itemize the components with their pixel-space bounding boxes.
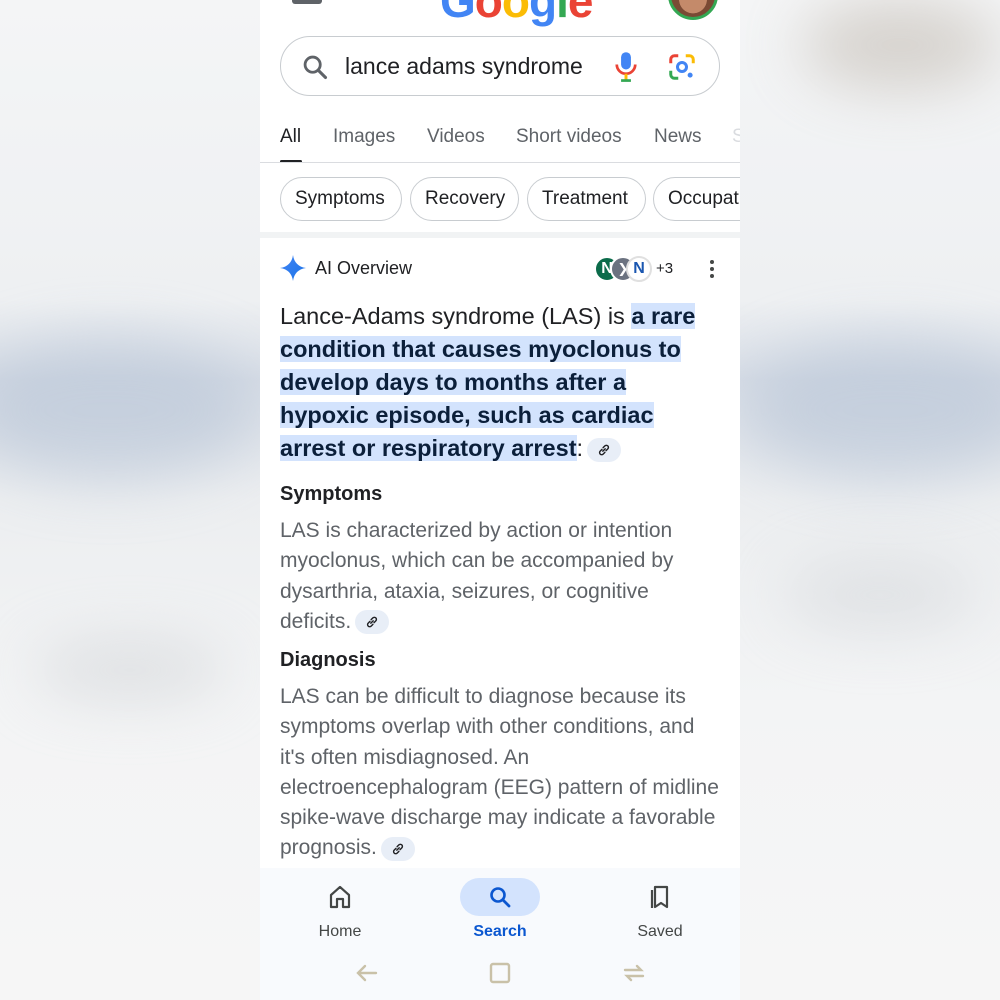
link-icon [392,843,403,855]
summary-plain-text: Lance-Adams syndrome (LAS) is [280,303,632,329]
link-icon [367,616,378,628]
home-square-icon[interactable] [487,960,513,986]
chip-occupational[interactable]: Occupat [653,177,740,221]
section-separator [260,232,740,238]
source-count[interactable]: +3 [656,260,673,277]
citation-link-button[interactable] [380,836,415,861]
chip-treatment[interactable]: Treatment [527,177,646,221]
nav-home[interactable]: Home [280,878,400,941]
nav-label: Search [473,923,527,940]
section-text-symptoms: LAS is characterized by action or intent… [280,516,722,637]
tab-truncated[interactable]: S [732,126,740,148]
search-icon [490,887,511,908]
refinement-chips: Symptoms Recovery Treatment Occupat [280,177,740,223]
bookmarks-icon [650,885,669,909]
summary-end: : [576,435,584,461]
recents-icon[interactable] [621,960,647,986]
home-icon [329,885,351,909]
section-heading-symptoms: Symptoms [280,483,383,505]
search-input[interactable]: lance adams syndrome [345,51,583,81]
system-navigation-bar [260,950,740,1000]
microphone-icon[interactable] [611,51,641,83]
ai-overview-header: AI Overview N ❯ N +3 [280,254,720,284]
citation-link-button[interactable] [587,437,622,462]
section-text-diagnosis: LAS can be difficult to diagnose because… [280,682,722,864]
source-avatars[interactable]: N ❯ N [594,256,654,282]
chip-symptoms[interactable]: Symptoms [280,177,402,221]
account-avatar[interactable] [668,0,718,20]
paragraph-text: LAS can be difficult to diagnose because… [280,685,719,860]
search-tabs: All Images Videos Short videos News S [280,120,740,164]
nav-search[interactable]: Search [440,878,560,941]
menu-icon[interactable] [292,0,322,4]
citation-link-button[interactable] [355,610,390,635]
tab-videos[interactable]: Videos [427,126,485,148]
tab-all[interactable]: All [280,126,301,148]
google-logo[interactable]: Google [440,0,593,28]
gemini-spark-icon [280,255,306,281]
nav-label: Saved [637,923,683,940]
back-icon[interactable] [354,960,380,986]
ai-overview-title: AI Overview [315,258,413,278]
nav-label: Home [318,923,362,940]
google-lens-icon[interactable] [667,52,697,82]
phone-screen: Google lance adams syndrome All Images V… [260,0,740,1000]
tab-images[interactable]: Images [333,126,395,148]
nav-saved[interactable]: Saved [600,878,720,941]
tabs-divider [260,162,740,163]
section-heading-diagnosis: Diagnosis [280,649,376,671]
search-bar[interactable]: lance adams syndrome [280,36,720,96]
ai-overview-summary: Lance-Adams syndrome (LAS) is a rare con… [280,300,720,465]
tab-short-videos[interactable]: Short videos [516,126,622,148]
tab-news[interactable]: News [654,126,702,148]
source-avatar: N [626,256,652,282]
chip-recovery[interactable]: Recovery [410,177,519,221]
more-options-icon[interactable] [708,258,716,280]
link-icon [598,444,610,456]
paragraph-text: LAS is characterized by action or intent… [280,519,674,633]
search-icon [303,55,328,80]
